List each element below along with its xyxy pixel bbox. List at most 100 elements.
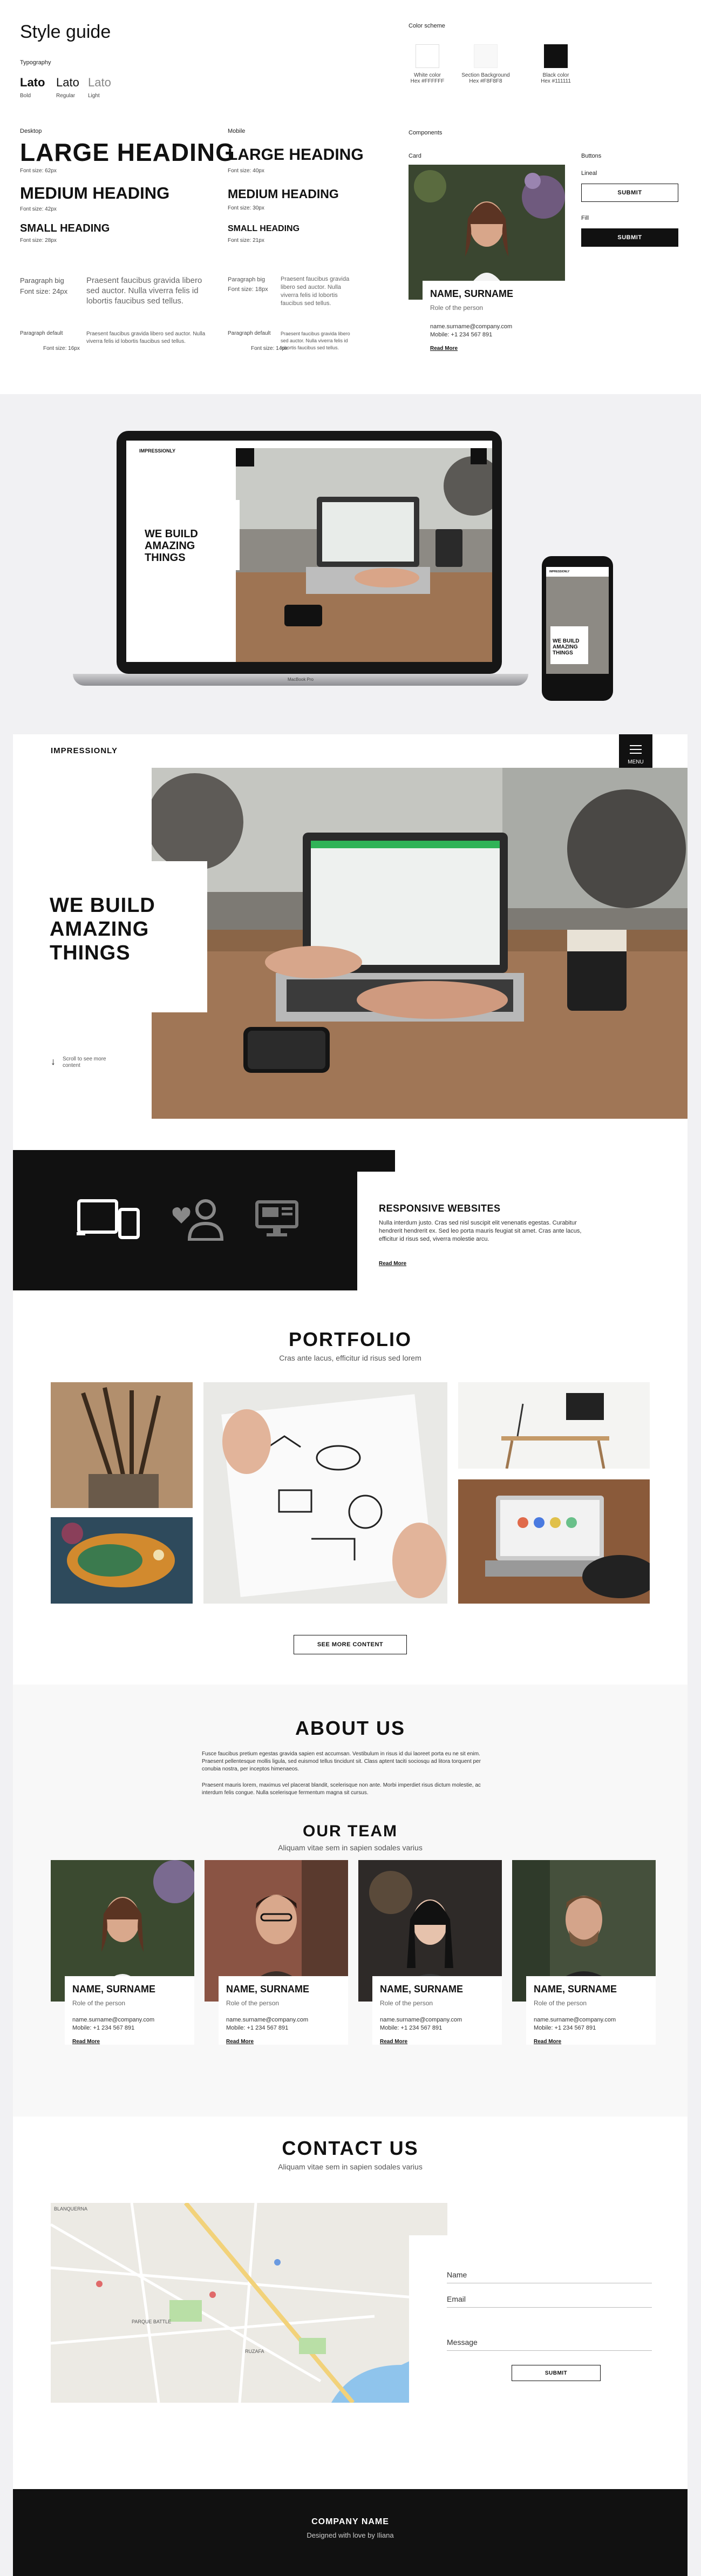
card-label: Card — [409, 153, 421, 159]
responsive-devices-icon — [77, 1199, 140, 1239]
map-label: PARQUE BATTLE — [132, 2319, 172, 2324]
laptop-menu-icon — [471, 448, 487, 464]
message-field-label: Message — [447, 2338, 478, 2347]
mobile-small-size: Font size: 21px — [228, 238, 264, 244]
contact-form: Name Email Message SUBMIT — [409, 2235, 688, 2413]
portfolio-item-laptop[interactable] — [458, 1479, 650, 1604]
services-text: Nulla interdum justo. Cras sed nisl susc… — [379, 1220, 582, 1242]
portfolio-title: PORTFOLIO — [289, 1328, 412, 1350]
services-title: RESPONSIVE WEBSITES — [379, 1203, 501, 1214]
submit-button-lineal[interactable]: SUBMIT — [581, 184, 678, 202]
contact-subtitle: Aliquam vitae sem in sapien sodales vari… — [278, 2162, 423, 2171]
mobile-medium-size: Font size: 30px — [228, 205, 264, 211]
mobile-p-default-label: Paragraph default — [228, 330, 271, 336]
card-read-more-link[interactable]: Read More — [430, 346, 557, 351]
services-card: RESPONSIVE WEBSITES Nulla interdum justo… — [357, 1172, 688, 1297]
team-card: NAME, SURNAME Role of the person name.su… — [358, 1860, 502, 2054]
color-swatch-white: White color Hex #FFFFFF — [409, 44, 446, 84]
desktop-p-big-text: Praesent faucibus gravida libero sed auc… — [86, 276, 202, 306]
components-label: Components — [409, 130, 443, 136]
website-page: IMPRESSIONLY MENU WE BUILD AMAZING THING… — [13, 734, 688, 2576]
color-scheme-label: Color scheme — [409, 23, 445, 29]
scroll-hint: Scroll to see more content — [63, 1056, 106, 1069]
desktop-small-heading: SMALL HEADING — [20, 222, 110, 234]
desktop-p-default-size: Font size: 16px — [43, 346, 80, 351]
desktop-p-default-text: Praesent faucibus gravida libero sed auc… — [86, 331, 206, 344]
laptop-frame: IMPRESSIONLY WE BUILD AMAZING THINGS — [117, 431, 502, 674]
portfolio-item-desk[interactable] — [458, 1382, 650, 1469]
device-mockup: IMPRESSIONLY WE BUILD AMAZING THINGS Mac… — [0, 394, 701, 707]
about-title: ABOUT US — [295, 1717, 405, 1739]
mobile-p-big-text: Praesent faucibus gravida libero sed auc… — [281, 276, 350, 307]
services-band — [13, 1150, 395, 1290]
card-photo — [409, 165, 565, 300]
font-sample-light: Lato Light — [88, 76, 111, 99]
mobile-p-default-text: Praesent faucibus gravida libero sed auc… — [281, 331, 350, 350]
mobile-p-big-label: Paragraph big — [228, 276, 266, 283]
style-card-info: NAME, SURNAME Role of the person name.su… — [423, 281, 565, 370]
team-card: NAME, SURNAME Role of the person name.su… — [51, 1860, 194, 2054]
lineal-label: Lineal — [581, 170, 597, 177]
hero-photo — [152, 768, 688, 1119]
submit-button-fill[interactable]: SUBMIT — [581, 228, 678, 247]
message-input[interactable] — [447, 2350, 652, 2351]
font-sample-regular: Lato Regular — [56, 76, 79, 99]
desktop-large-heading: LARGE HEADING — [20, 138, 235, 166]
email-input[interactable] — [447, 2307, 652, 2308]
monitor-icon — [255, 1200, 298, 1236]
see-more-content-button[interactable]: SEE MORE CONTENT — [294, 1635, 407, 1654]
team-read-more[interactable]: Read More — [226, 2039, 341, 2045]
desktop-large-size: Font size: 62px — [20, 168, 57, 174]
team-card: NAME, SURNAME Role of the person name.su… — [512, 1860, 656, 2054]
mobile-small-heading: SMALL HEADING — [228, 224, 300, 233]
style-guide-title: Style guide — [20, 22, 111, 42]
user-heart-icon — [172, 1199, 224, 1241]
contact-map[interactable]: BLANQUERNA PARQUE BATTLE RUZAFA — [51, 2203, 447, 2403]
mobile-p-big-size: Font size: 18px — [228, 286, 268, 293]
arrow-down-icon[interactable]: ↓ — [51, 1056, 56, 1067]
mobile-label: Mobile — [228, 128, 246, 134]
buttons-label: Buttons — [581, 153, 602, 159]
phone-frame: IMPRESSIONLY WE BUILD AMAZING THINGS — [542, 556, 613, 701]
portfolio-item-brushes[interactable] — [51, 1382, 193, 1508]
color-swatch-black: Black color Hex #111111 — [534, 44, 577, 84]
laptop-hero-photo — [236, 448, 492, 662]
footer: COMPANY NAME Designed with love by Ilian… — [13, 2489, 688, 2576]
team-read-more[interactable]: Read More — [534, 2039, 648, 2045]
desktop-p-big-size: Font size: 24px — [20, 287, 68, 295]
menu-button[interactable]: MENU — [619, 734, 652, 771]
mobile-large-heading: LARGE HEADING — [228, 146, 364, 164]
laptop-base: MacBook Pro — [73, 674, 528, 686]
contact-submit-button[interactable]: SUBMIT — [512, 2365, 601, 2381]
desktop-p-big-label: Paragraph big — [20, 276, 64, 285]
portfolio-item-fish-art[interactable] — [51, 1517, 193, 1604]
mobile-large-size: Font size: 40px — [228, 168, 264, 174]
hero-title-box: WE BUILD AMAZING THINGS — [13, 861, 207, 1012]
services-read-more[interactable]: Read More — [379, 1261, 406, 1267]
typography-label: Typography — [20, 59, 51, 66]
desktop-p-default-label: Paragraph default — [20, 330, 63, 336]
font-sample-bold: Lato Bold — [20, 76, 45, 99]
mobile-medium-heading: MEDIUM HEADING — [228, 187, 339, 201]
email-field-label: Email — [447, 2295, 466, 2303]
color-swatch-section-bg: Section Background Hex #F8F8F8 — [459, 44, 513, 84]
hero-title: WE BUILD AMAZING THINGS — [50, 894, 155, 964]
contact-title: CONTACT US — [282, 2137, 419, 2159]
about-paragraph-1: Fusce faucibus pretium egestas gravida s… — [202, 1751, 481, 1772]
menu-label: MENU — [628, 759, 644, 765]
portfolio-item-sketch[interactable] — [203, 1382, 447, 1604]
team-title: OUR TEAM — [303, 1822, 398, 1840]
portfolio-subtitle: Cras ante lacus, efficitur id risus sed … — [279, 1354, 421, 1362]
desktop-medium-size: Font size: 42px — [20, 206, 57, 212]
fill-label: Fill — [581, 215, 589, 221]
phone-screen: IMPRESSIONLY WE BUILD AMAZING THINGS — [546, 567, 609, 690]
about-paragraph-2: Praesent mauris lorem, maximus vel place… — [202, 1782, 481, 1796]
site-brand[interactable]: IMPRESSIONLY — [51, 746, 118, 755]
desktop-label: Desktop — [20, 128, 42, 134]
team-read-more[interactable]: Read More — [72, 2039, 187, 2045]
team-read-more[interactable]: Read More — [380, 2039, 494, 2045]
laptop-hero-title: WE BUILD AMAZING THINGS — [145, 528, 198, 564]
footer-company: COMPANY NAME — [311, 2517, 389, 2526]
map-label: BLANQUERNA — [54, 2206, 88, 2212]
team-card: NAME, SURNAME Role of the person name.su… — [205, 1860, 348, 2054]
